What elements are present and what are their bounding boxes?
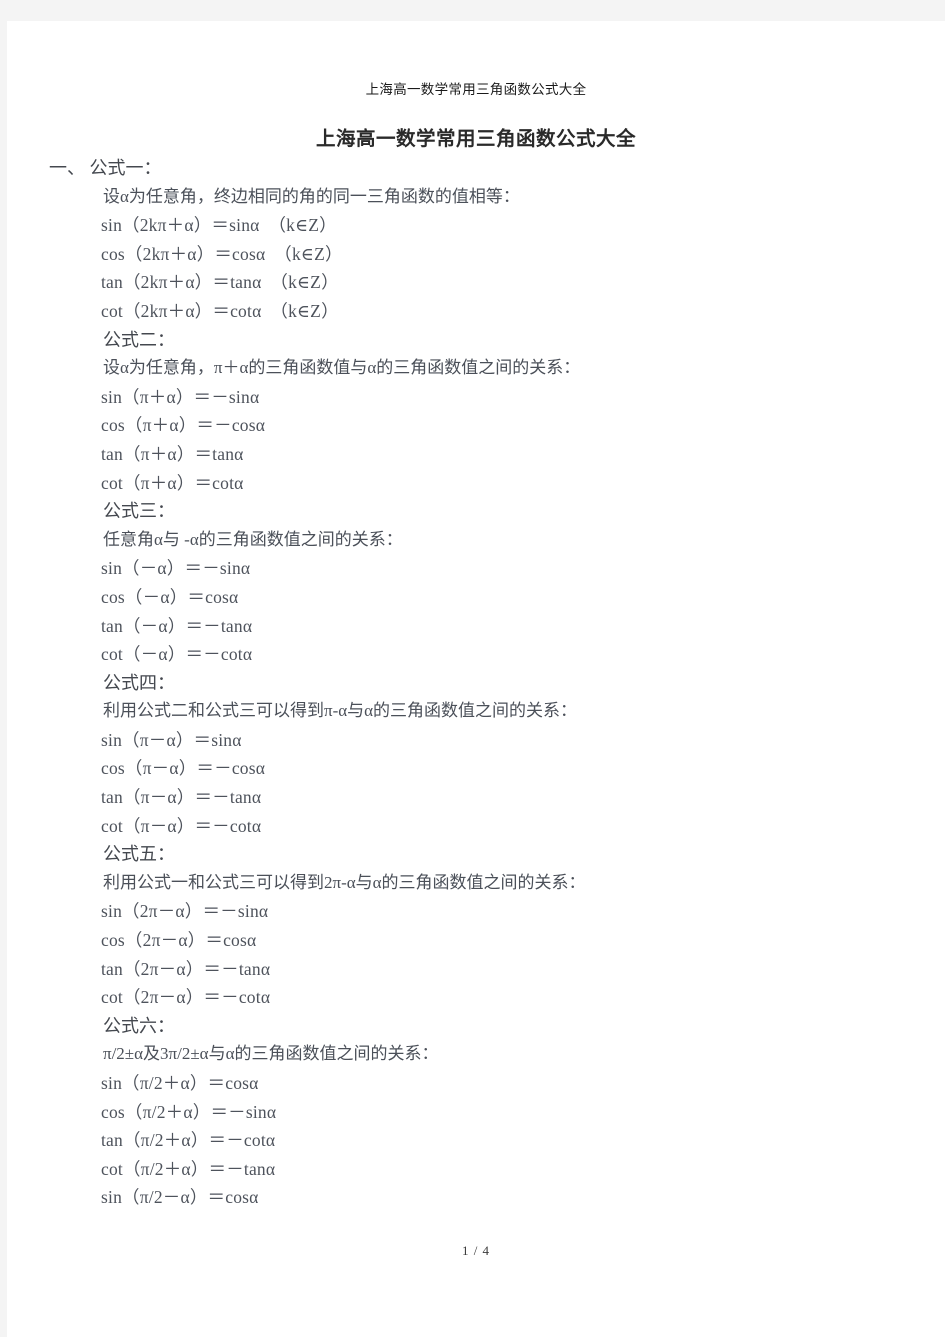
formula-line: cos（π＋α）＝－cosα — [101, 415, 266, 436]
section-description: 利用公式二和公式三可以得到π-α与α的三角函数值之间的关系： — [103, 701, 578, 721]
page-number-footer: 1 / 4 — [461, 1243, 491, 1258]
formula-line: tan（π/2＋α）＝－cotα — [101, 1130, 276, 1151]
section-description: 设α为任意角，终边相同的角的同一三角函数的值相等： — [103, 186, 520, 206]
section-heading: 一、 公式一： — [49, 158, 162, 178]
page-top-gutter — [0, 0, 945, 21]
section-description: 利用公式一和公式三可以得到2π-α与α的三角函数值之间的关系： — [103, 872, 586, 892]
formula-line: cot（π＋α）＝cotα — [101, 472, 244, 493]
formula-line: tan（π＋α）＝tanα — [101, 443, 244, 464]
formula-line: cos（π/2＋α）＝－sinα — [101, 1101, 277, 1122]
section-description: π/2±α及3π/2±α与α的三角函数值之间的关系： — [103, 1044, 439, 1064]
formula-line: sin（2kπ＋α）＝sinα （k∈Z） — [101, 215, 337, 236]
formula-section: 公式三： 任意角α与 -α的三角函数值之间的关系： sin（－α）＝－sinα cos… — [7, 497, 945, 669]
document-page: 上海高一数学常用三角函数公式大全 上海高一数学常用三角函数公式大全 一、 公式一… — [7, 21, 945, 1337]
page-title: 上海高一数学常用三角函数公式大全 — [315, 129, 636, 150]
page-left-gutter — [0, 21, 7, 1337]
document-header: 上海高一数学常用三角函数公式大全 — [365, 82, 587, 98]
section-description: 设α为任意角，π＋α的三角函数值与α的三角函数值之间的关系： — [103, 358, 581, 378]
formula-line: sin（－α）＝－sinα — [101, 558, 251, 579]
formula-line: tan（－α）＝－tanα — [101, 615, 253, 636]
formula-sections: 一、 公式一： 设α为任意角，终边相同的角的同一三角函数的值相等： sin（2kπ＋… — [7, 154, 945, 1212]
formula-line: cot（2π－α）＝－cotα — [101, 987, 271, 1008]
formula-line: sin（π＋α）＝－sinα — [101, 386, 260, 407]
formula-section: 公式二： 设α为任意角，π＋α的三角函数值与α的三角函数值之间的关系： sin（π＋… — [7, 326, 945, 498]
section-heading: 公式六： — [103, 1015, 175, 1036]
formula-section: 一、 公式一： 设α为任意角，终边相同的角的同一三角函数的值相等： sin（2kπ＋… — [7, 154, 945, 326]
formula-line: sin（π－α）＝sinα — [101, 729, 242, 750]
section-heading: 公式三： — [103, 501, 175, 522]
formula-line: cos（－α）＝cosα — [101, 586, 239, 607]
formula-line: cos（2kπ＋α）＝cosα （k∈Z） — [101, 243, 343, 264]
formula-line: tan（2kπ＋α）＝tanα （k∈Z） — [101, 272, 339, 293]
formula-line: cot（π－α）＝－cotα — [101, 815, 262, 836]
formula-line: cot（－α）＝－cotα — [101, 644, 253, 665]
section-heading: 公式四： — [103, 672, 175, 693]
formula-section: 公式五： 利用公式一和公式三可以得到2π-α与α的三角函数值之间的关系： sin（2… — [7, 840, 945, 1012]
formula-line: cot（π/2＋α）＝－tanα — [101, 1158, 276, 1179]
section-heading: 公式二： — [103, 329, 175, 350]
section-heading: 公式五： — [103, 844, 175, 865]
formula-line: cos（2π－α）＝cosα — [101, 930, 257, 951]
formula-line: cot（2kπ＋α）＝cotα （k∈Z） — [101, 300, 339, 321]
document-body: 一、 公式一： 设α为任意角，终边相同的角的同一三角函数的值相等： sin（2kπ＋… — [7, 154, 945, 1212]
section-description: 任意角α与 -α的三角函数值之间的关系： — [103, 529, 403, 549]
formula-line: sin（2π－α）＝－sinα — [101, 901, 269, 922]
formula-line: cos（π－α）＝－cosα — [101, 758, 266, 779]
formula-line: sin（π/2－α）＝cosα — [101, 1187, 259, 1208]
formula-line: sin（π/2＋α）＝cosα — [101, 1073, 259, 1093]
formula-line: tan（π－α）＝－tanα — [101, 787, 262, 808]
formula-section: 公式四： 利用公式二和公式三可以得到π-α与α的三角函数值之间的关系： sin（π－… — [7, 669, 945, 841]
formula-section: 公式六： π/2±α及3π/2±α与α的三角函数值之间的关系： sin（π/2＋α）… — [7, 1012, 945, 1212]
formula-line: tan（2π－α）＝－tanα — [101, 958, 271, 979]
